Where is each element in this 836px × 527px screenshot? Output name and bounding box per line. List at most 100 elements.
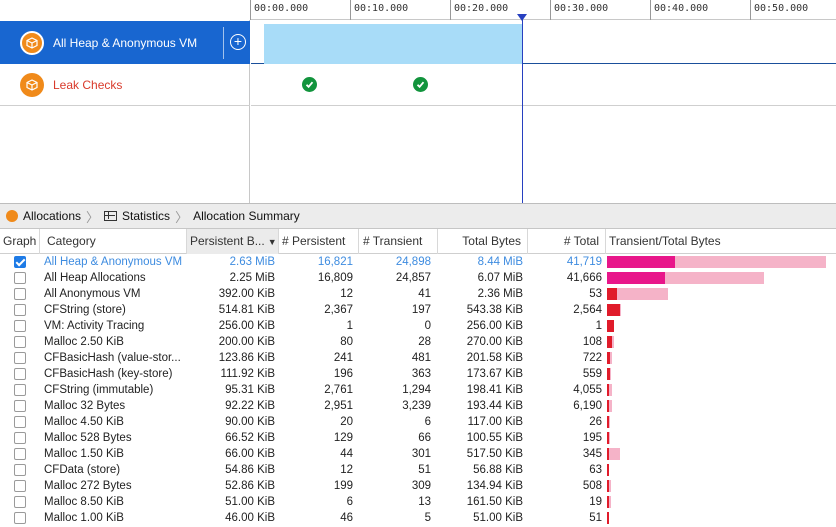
table-row[interactable]: All Heap Allocations 2.25 MiB 16,809 24,857… (0, 270, 836, 286)
track-lanes[interactable] (251, 20, 836, 203)
persistent-count-cell: 80 (340, 336, 353, 348)
breadcrumb-allocations[interactable]: Allocations (23, 209, 81, 223)
transient-total-bar (607, 304, 621, 316)
persistent-bytes-bar (607, 464, 609, 476)
total-bytes-cell: 517.50 KiB (466, 448, 523, 460)
column-header-graph[interactable]: Graph (0, 229, 40, 254)
graph-checkbox[interactable] (14, 464, 26, 476)
graph-checkbox[interactable] (14, 352, 26, 364)
table-row[interactable]: Malloc 4.50 KiB 90.00 KiB 20 6 117.00 KiB 26 (0, 414, 836, 430)
breadcrumb-statistics[interactable]: Statistics (122, 209, 170, 223)
table-row[interactable]: Malloc 8.50 KiB 51.00 KiB 6 13 161.50 KiB 19 (0, 494, 836, 510)
breadcrumb: Allocations 〉 Statistics 〉 Allocation Su… (0, 203, 836, 229)
persistent-bytes-bar (607, 496, 609, 508)
ruler-tick: 00:20.000 (450, 0, 508, 20)
total-bytes-cell: 270.00 KiB (466, 336, 523, 348)
column-header-transient[interactable]: # Transient (359, 229, 438, 254)
graph-checkbox[interactable] (14, 480, 26, 492)
transient-count-cell: 66 (418, 432, 431, 444)
column-header-persistent[interactable]: # Persistent (279, 229, 359, 254)
category-cell: All Anonymous VM (44, 288, 141, 300)
persistent-bytes-bar (607, 368, 610, 380)
total-bytes-cell: 117.00 KiB (467, 416, 523, 428)
table-row[interactable]: All Anonymous VM 392.00 KiB 12 41 2.36 MiB 53 (0, 286, 836, 302)
persistent-bytes-bar (607, 432, 609, 444)
graph-checkbox[interactable] (14, 496, 26, 508)
graph-checkbox[interactable] (14, 416, 26, 428)
allocation-summary-table: Graph Category Persistent B... ▼ # Persis… (0, 229, 836, 527)
breadcrumb-allocation-summary[interactable]: Allocation Summary (193, 209, 300, 223)
time-ruler[interactable]: 00:00.000 00:10.000 00:20.000 00:30.000 … (250, 0, 836, 20)
persistent-bytes-bar (607, 336, 612, 348)
graph-checkbox[interactable] (14, 512, 26, 524)
track-leak-checks[interactable]: Leak Checks (0, 64, 250, 106)
table-row[interactable]: Malloc 272 Bytes 52.86 KiB 199 309 134.94 Ki… (0, 478, 836, 494)
transient-count-cell: 41 (418, 288, 431, 300)
persistent-count-cell: 129 (333, 432, 353, 444)
track-heap-anonymous-vm[interactable]: All Heap & Anonymous VM + (0, 21, 250, 64)
table-row[interactable]: CFBasicHash (key-store) 111.92 KiB 196 363 1… (0, 366, 836, 382)
column-header-total-bytes[interactable]: Total Bytes (438, 229, 528, 254)
table-row[interactable]: Malloc 32 Bytes 92.22 KiB 2,951 3,239 193.44… (0, 398, 836, 414)
graph-checkbox[interactable] (14, 400, 26, 412)
graph-checkbox[interactable] (14, 448, 26, 460)
persistent-count-cell: 196 (333, 368, 353, 380)
column-header-total[interactable]: # Total (528, 229, 606, 254)
graph-checkbox[interactable] (14, 320, 26, 332)
graph-checkbox[interactable] (14, 336, 26, 348)
table-row[interactable]: CFBasicHash (value-stor... 123.86 KiB 241 4… (0, 350, 836, 366)
persistent-count-cell: 46 (340, 512, 353, 524)
column-header-category[interactable]: Category (40, 229, 187, 254)
leak-lane[interactable] (251, 64, 836, 106)
total-count-cell: 4,055 (573, 384, 602, 396)
total-count-cell: 41,666 (566, 272, 602, 284)
table-row[interactable]: All Heap & Anonymous VM 2.63 MiB 16,821 24,… (0, 254, 836, 270)
transient-count-cell: 51 (418, 464, 431, 476)
total-count-cell: 53 (589, 288, 602, 300)
graph-checkbox[interactable] (14, 256, 26, 268)
total-count-cell: 2,564 (573, 304, 602, 316)
total-count-cell: 195 (582, 432, 602, 444)
table-row[interactable]: CFData (store) 54.86 KiB 12 51 56.88 KiB 63 (0, 462, 836, 478)
allocations-instrument-icon (20, 30, 44, 55)
playhead[interactable] (522, 14, 523, 203)
graph-checkbox[interactable] (14, 304, 26, 316)
total-count-cell: 1 (595, 320, 602, 332)
total-bytes-cell: 8.44 MiB (477, 256, 523, 268)
heap-lane[interactable] (251, 21, 836, 64)
total-count-cell: 51 (589, 512, 602, 524)
table-row[interactable]: CFString (immutable) 95.31 KiB 2,761 1,294 1… (0, 382, 836, 398)
persistent-count-cell: 44 (340, 448, 353, 460)
column-header-label: Persistent B... (190, 234, 265, 248)
total-bytes-cell: 100.55 KiB (466, 432, 523, 444)
table-row[interactable]: Malloc 1.00 KiB 46.00 KiB 46 5 51.00 KiB 51 (0, 510, 836, 526)
persistent-bytes-cell: 52.86 KiB (225, 480, 275, 492)
column-header-transient-total-bytes[interactable]: Transient/Total Bytes (606, 229, 836, 254)
transient-total-bar (607, 448, 620, 460)
transient-total-bar (607, 336, 614, 348)
ruler-tick-label: 00:50.000 (754, 3, 809, 14)
persistent-count-cell: 20 (340, 416, 353, 428)
graph-checkbox[interactable] (14, 432, 26, 444)
total-count-cell: 41,719 (566, 256, 602, 268)
table-row[interactable]: CFString (store) 514.81 KiB 2,367 197 543.38… (0, 302, 836, 318)
table-row[interactable]: Malloc 1.50 KiB 66.00 KiB 44 301 517.50 KiB 3… (0, 446, 836, 462)
track-label: Leak Checks (53, 77, 123, 92)
graph-checkbox[interactable] (14, 368, 26, 380)
transient-count-cell: 24,898 (395, 256, 431, 268)
table-row[interactable]: VM: Activity Tracing 256.00 KiB 1 0 256.00 K… (0, 318, 836, 334)
transient-total-bar (607, 432, 610, 444)
table-row[interactable]: Malloc 2.50 KiB 200.00 KiB 80 28 270.00 KiB 1… (0, 334, 836, 350)
graph-checkbox[interactable] (14, 272, 26, 284)
persistent-bytes-cell: 90.00 KiB (225, 416, 275, 428)
add-track-button[interactable]: + (230, 34, 246, 50)
persistent-bytes-cell: 51.00 KiB (225, 496, 275, 508)
leak-check-pass-icon[interactable] (413, 77, 428, 92)
total-bytes-cell: 543.38 KiB (466, 304, 523, 316)
graph-checkbox[interactable] (14, 288, 26, 300)
column-header-persistent-bytes[interactable]: Persistent B... ▼ (187, 229, 279, 254)
graph-checkbox[interactable] (14, 384, 26, 396)
leak-check-pass-icon[interactable] (302, 77, 317, 92)
table-row[interactable]: Malloc 528 Bytes 66.52 KiB 129 66 100.55 KiB… (0, 430, 836, 446)
category-cell: CFString (store) (44, 304, 126, 316)
